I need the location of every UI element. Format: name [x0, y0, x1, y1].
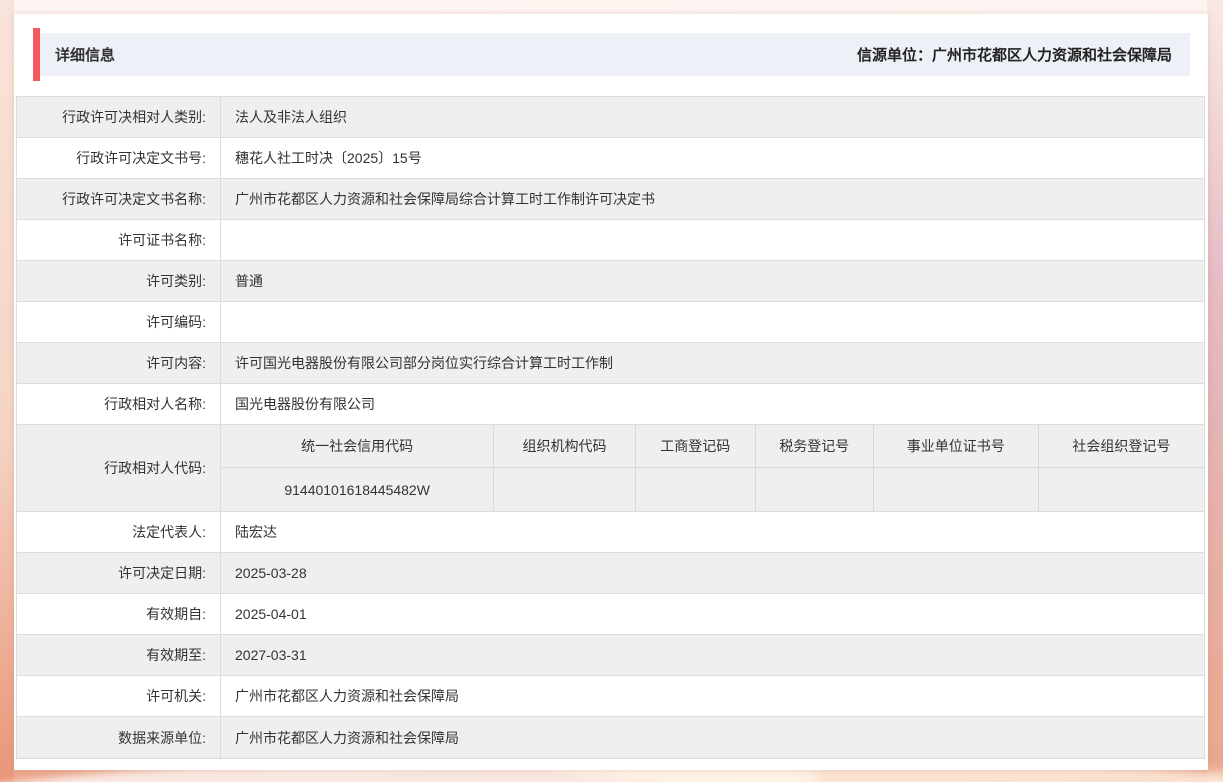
table-row: 许可类别: 普通 [17, 261, 1204, 302]
row-value [221, 220, 1204, 260]
left-edge-gradient [0, 0, 14, 782]
table-row: 行政许可决定文书名称: 广州市花都区人力资源和社会保障局综合计算工时工作制许可决… [17, 179, 1204, 220]
row-value: 广州市花都区人力资源和社会保障局综合计算工时工作制许可决定书 [235, 191, 655, 207]
code-value [493, 468, 635, 511]
table-row: 行政许可决定文书号: 穗花人社工时决〔2025〕15号 [17, 138, 1204, 179]
code-sub-table: 统一社会信用代码 组织机构代码 工商登记码 税务登记号 事业单位证书号 社会组织… [221, 425, 1204, 511]
code-value [754, 468, 873, 511]
content-card: 详细信息 信源单位：广州市花都区人力资源和社会保障局 行政许可决相对人类别: 法… [14, 14, 1208, 770]
row-value: 2025-03-28 [235, 565, 307, 581]
section-header: 详细信息 信源单位：广州市花都区人力资源和社会保障局 [33, 28, 1190, 81]
table-row-codes: 行政相对人代码: 统一社会信用代码 组织机构代码 工商登记码 税务登记号 事业单… [17, 425, 1204, 512]
table-row: 行政相对人名称: 国光电器股份有限公司 [17, 384, 1204, 425]
row-value: 国光电器股份有限公司 [235, 396, 375, 412]
row-label: 行政许可决定文书名称: [17, 179, 221, 219]
code-value [1037, 468, 1204, 511]
row-value: 法人及非法人组织 [235, 109, 347, 125]
page-background: 详细信息 信源单位：广州市花都区人力资源和社会保障局 行政许可决相对人类别: 法… [0, 0, 1223, 782]
code-value [634, 468, 755, 511]
code-column-header: 工商登记码 [634, 425, 755, 468]
code-value [872, 468, 1038, 511]
row-value: 广州市花都区人力资源和社会保障局 [235, 688, 459, 704]
table-row: 数据来源单位: 广州市花都区人力资源和社会保障局 [17, 717, 1204, 758]
row-value: 穗花人社工时决〔2025〕15号 [235, 150, 422, 166]
row-label: 行政相对人名称: [17, 384, 221, 424]
row-label: 法定代表人: [17, 512, 221, 552]
table-row: 有效期至: 2027-03-31 [17, 635, 1204, 676]
table-row: 许可编码: [17, 302, 1204, 343]
table-row: 许可机关: 广州市花都区人力资源和社会保障局 [17, 676, 1204, 717]
code-column-header: 税务登记号 [754, 425, 873, 468]
row-value: 陆宏达 [235, 524, 277, 540]
row-label: 行政许可决相对人类别: [17, 97, 221, 137]
row-label: 许可内容: [17, 343, 221, 383]
row-value: 广州市花都区人力资源和社会保障局 [235, 729, 459, 746]
row-label: 许可证书名称: [17, 220, 221, 260]
table-row: 许可决定日期: 2025-03-28 [17, 553, 1204, 594]
row-label: 数据来源单位: [17, 717, 221, 758]
row-label: 行政相对人代码: [17, 425, 221, 511]
red-accent-bar [33, 28, 40, 81]
table-row: 行政许可决相对人类别: 法人及非法人组织 [17, 97, 1204, 138]
row-value: 普通 [235, 273, 263, 289]
page-title: 详细信息 [55, 47, 116, 64]
code-column-header: 社会组织登记号 [1037, 425, 1204, 468]
table-row: 许可证书名称: [17, 220, 1204, 261]
row-value [221, 302, 1204, 342]
code-column-header: 事业单位证书号 [872, 425, 1038, 468]
code-column-header: 统一社会信用代码 [221, 425, 494, 468]
row-label: 许可决定日期: [17, 553, 221, 593]
table-row: 有效期自: 2025-04-01 [17, 594, 1204, 635]
row-value: 2025-04-01 [235, 606, 307, 622]
row-label: 有效期至: [17, 635, 221, 675]
row-label: 许可编码: [17, 302, 221, 342]
row-label: 许可机关: [17, 676, 221, 716]
row-value: 许可国光电器股份有限公司部分岗位实行综合计算工时工作制 [235, 355, 613, 371]
row-label: 许可类别: [17, 261, 221, 301]
table-row: 法定代表人: 陆宏达 [17, 512, 1204, 553]
code-value: 91440101618445482W [284, 481, 430, 498]
source-unit-label: 信源单位：广州市花都区人力资源和社会保障局 [856, 47, 1172, 64]
table-row: 许可内容: 许可国光电器股份有限公司部分岗位实行综合计算工时工作制 [17, 343, 1204, 384]
code-column-header: 组织机构代码 [493, 425, 635, 468]
row-label: 行政许可决定文书号: [17, 138, 221, 178]
detail-table: 行政许可决相对人类别: 法人及非法人组织 行政许可决定文书号: 穗花人社工时决〔… [16, 96, 1205, 759]
row-label: 有效期自: [17, 594, 221, 634]
right-edge-gradient [1207, 0, 1223, 782]
row-value: 2027-03-31 [235, 647, 307, 663]
